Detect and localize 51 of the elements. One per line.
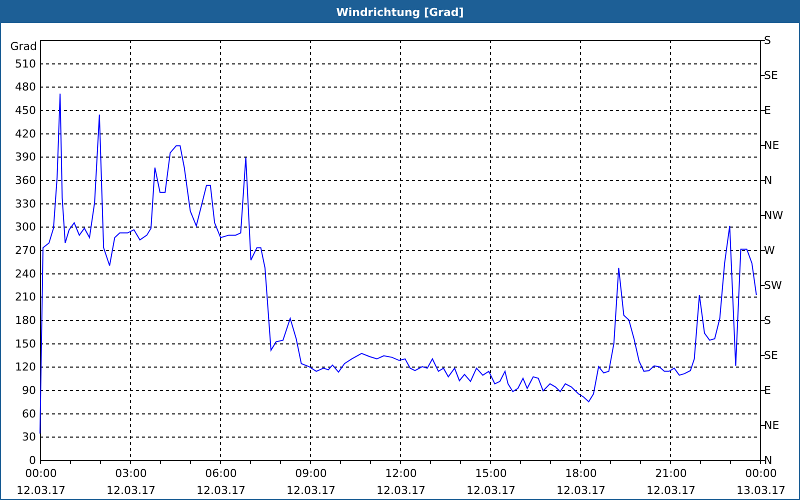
compass-tick-label: N (764, 174, 772, 187)
compass-tick-label: NE (764, 139, 780, 152)
compass-tick-label: E (764, 104, 771, 117)
y-tick-label: 60 (22, 407, 36, 420)
compass-tick-label: SE (764, 349, 778, 362)
y-tick-label: 510 (15, 57, 36, 70)
y-tick-label: 300 (15, 220, 36, 234)
compass-tick-label: S (764, 34, 771, 47)
compass-tick-label: E (764, 384, 771, 397)
y-tick-label: 450 (15, 104, 36, 117)
x-date-label: 12.03.17 (106, 484, 156, 497)
x-date-label: 12.03.17 (286, 484, 336, 497)
x-date-label: 12.03.17 (646, 484, 696, 497)
y-tick-label: 480 (15, 80, 36, 94)
x-tick-label: 18:00 (565, 467, 597, 480)
x-date-label: 12.03.17 (466, 484, 516, 497)
y-tick-label: 390 (15, 150, 36, 164)
y-tick-label: 210 (15, 290, 36, 304)
x-tick-label: 00:00 (745, 467, 777, 480)
x-tick-label: 06:00 (205, 467, 237, 480)
x-tick-label: 12:00 (385, 467, 417, 480)
y-tick-label: 90 (22, 384, 36, 397)
compass-tick-label: SW (764, 279, 782, 292)
y-tick-label: 150 (15, 337, 36, 350)
y-tick-label: 0 (29, 454, 36, 467)
y-tick-label: 330 (15, 197, 36, 210)
y-tick-label: 120 (15, 360, 36, 374)
x-date-label: 13.03.17 (736, 484, 786, 497)
compass-tick-label: W (764, 244, 775, 257)
x-date-label: 12.03.17 (16, 484, 66, 497)
y-tick-label: 360 (15, 174, 36, 187)
compass-tick-label: N (764, 454, 772, 467)
x-date-label: 12.03.17 (196, 484, 246, 497)
compass-tick-label: NE (764, 419, 780, 432)
y-tick-label: 270 (15, 244, 36, 257)
x-tick-label: 03:00 (115, 467, 147, 480)
y-tick-label: 30 (22, 430, 36, 444)
x-date-label: 12.03.17 (556, 484, 606, 497)
compass-tick-label: SE (764, 69, 778, 82)
y-tick-label: 240 (15, 267, 36, 280)
y-axis-title: Grad (10, 40, 37, 53)
x-tick-label: 09:00 (295, 467, 327, 480)
x-tick-label: 00:00 (25, 467, 57, 480)
y-tick-label: 420 (15, 127, 36, 140)
y-tick-label: 180 (15, 314, 36, 327)
window-title: Windrichtung [Grad] (336, 6, 464, 18)
x-date-label: 12.03.17 (376, 484, 426, 497)
compass-tick-label: S (764, 314, 771, 327)
x-tick-label: 15:00 (475, 467, 507, 480)
x-tick-label: 21:00 (655, 467, 687, 480)
compass-tick-label: NW (764, 209, 784, 222)
